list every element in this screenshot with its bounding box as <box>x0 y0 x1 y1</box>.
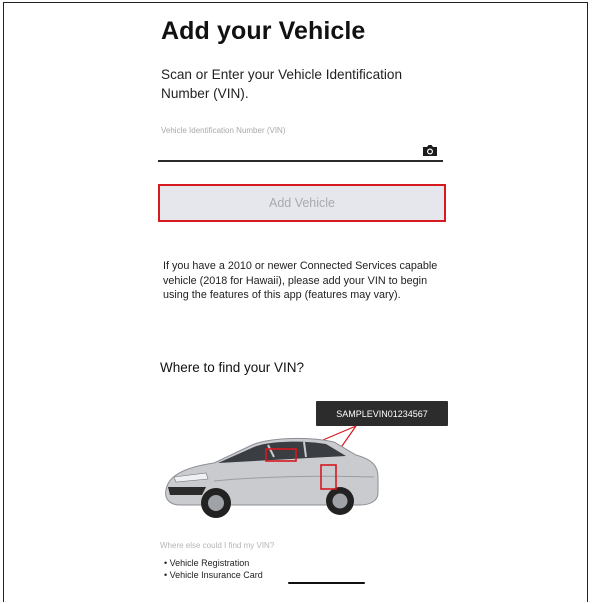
info-text: If you have a 2010 or newer Connected Se… <box>163 260 438 301</box>
home-indicator <box>288 582 365 584</box>
add-vehicle-button[interactable]: Add Vehicle <box>158 184 446 222</box>
page-title: Add your Vehicle <box>161 17 366 45</box>
where-else-label: Where else could I find my VIN? <box>160 541 275 550</box>
where-to-find-vin-heading: Where to find your VIN? <box>160 360 305 375</box>
app-frame: Add your Vehicle Scan or Enter your Vehi… <box>3 2 588 602</box>
add-vehicle-screen: Add your Vehicle Scan or Enter your Vehi… <box>156 3 456 602</box>
car-illustration <box>165 425 379 518</box>
camera-icon[interactable] <box>422 144 438 157</box>
page-subtitle: Scan or Enter your Vehicle Identificatio… <box>161 67 403 101</box>
vin-locations-list: Vehicle Registration Vehicle Insurance C… <box>164 557 263 581</box>
list-item: Vehicle Registration <box>164 557 263 569</box>
list-item: Vehicle Insurance Card <box>164 569 263 581</box>
vin-input[interactable] <box>158 140 443 162</box>
vin-field-label: Vehicle Identification Number (VIN) <box>161 126 286 135</box>
